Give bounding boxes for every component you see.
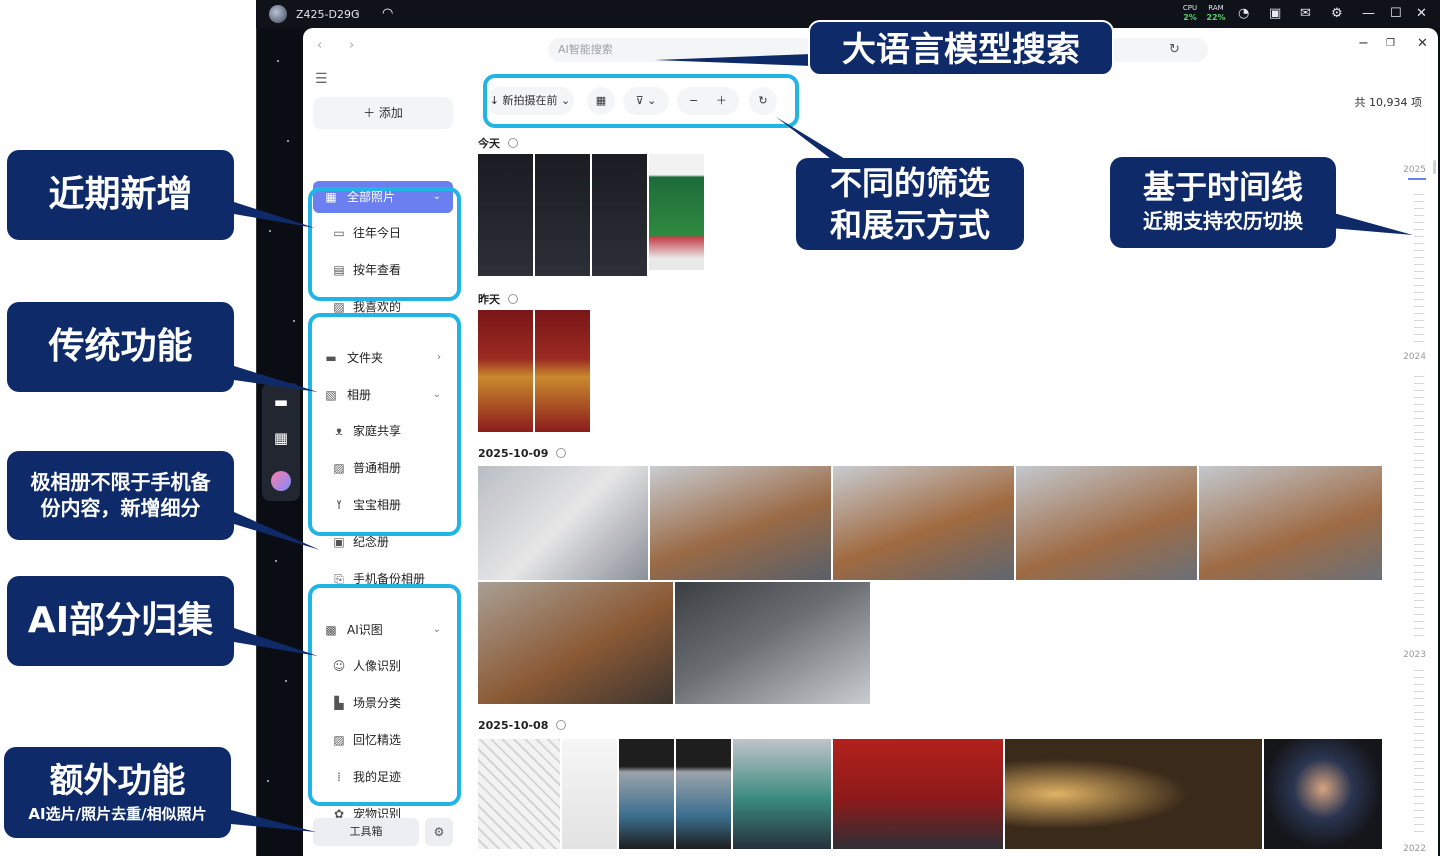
pointer-recent	[234, 202, 315, 228]
callout-llm-search: 大语言模型搜索	[808, 20, 1114, 76]
pointer-timeline	[1330, 212, 1413, 235]
screenshot-canvas: Z425-D29G ⌄ ◠ CPU 2% RAM 22% ◔ ▣ ✉ ⚙ — ☐ ✕…	[0, 0, 1440, 856]
pointer-filter	[776, 117, 850, 162]
pointer-traditional	[234, 366, 318, 392]
callout-album: 极相册不限于手机备 份内容，新增细分	[7, 451, 234, 540]
pointer-extra	[231, 810, 316, 832]
callout-extra: 额外功能 AI选片/照片去重/相似照片	[4, 747, 231, 838]
callout-ai: AI部分归集	[7, 576, 234, 666]
callout-traditional: 传统功能	[7, 302, 234, 392]
callout-timeline: 基于时间线 近期支持农历切换	[1110, 157, 1336, 248]
pointer-album	[234, 512, 320, 550]
callout-recent: 近期新增	[7, 150, 234, 240]
callout-filter: 不同的筛选 和展示方式	[796, 158, 1024, 250]
pointer-llm	[655, 54, 812, 66]
pointer-ai	[234, 628, 318, 656]
callout-pointers	[231, 54, 1413, 832]
